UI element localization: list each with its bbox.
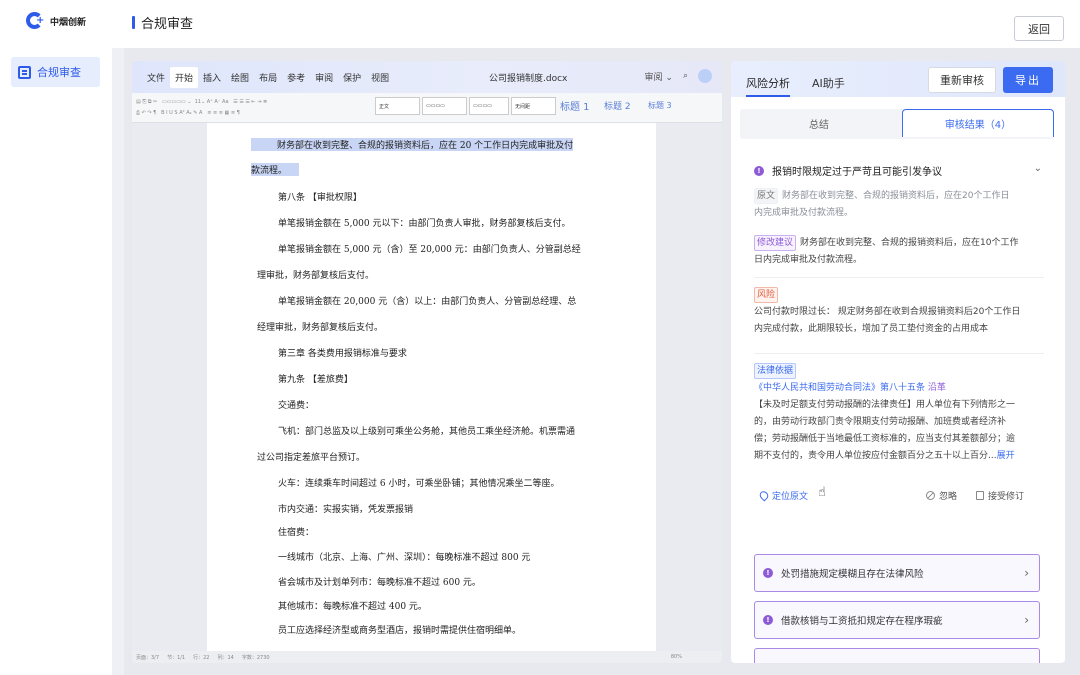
doc-line: 单笔报销金额在 5,000 元（含）至 20,000 元：由部门负责人、分管副总… bbox=[278, 245, 581, 255]
suggestion-tag: 修改建议 bbox=[754, 235, 797, 251]
document-editor: 文件 开始 插入 绘图 布局 参考 审阅 保护 视图 公司报销制度.docx 审… bbox=[132, 61, 722, 663]
toolbar-row-2: ⎙ ↶ ↷ ¶ B I U S A² A₂ ✎ A ≡ ≡ ≡ ▦ ≡ ¶ bbox=[136, 110, 240, 116]
doc-line: 其他城市：每晚标准不超过 400 元。 bbox=[278, 602, 427, 612]
risk-tag: 风险 bbox=[754, 287, 779, 303]
alert-icon: ! bbox=[763, 568, 773, 578]
document-check-icon bbox=[18, 65, 31, 79]
issue-title[interactable]: ! 报销时限规定过于严苛且可能引发争议 bbox=[754, 163, 942, 178]
alert-icon: ! bbox=[754, 165, 764, 176]
doc-line: 单笔报销金额在 5,000 元以下：由部门负责人审批，财务部复核后支付。 bbox=[278, 219, 571, 229]
ignore-button[interactable]: 忽略 bbox=[926, 489, 957, 502]
hand-cursor-icon: ☝ bbox=[818, 485, 826, 500]
doc-line-highlighted: 款流程。 bbox=[251, 163, 300, 176]
doc-line: 市内交通：实报实销，凭发票报销 bbox=[278, 505, 414, 515]
toolbar-row-1: ▤ ⎘ ⧉ ✂ ▭▭▭▭▭ ⌄ 11⌄ A⁺ A⁻ Aa ☰ ☰ ☰ ⇤ ⇥ ≣ bbox=[136, 99, 268, 105]
status-bar: 页面：3/7 节：1/1 行：22 列：14 字数：2730 80% bbox=[132, 651, 722, 663]
location-pin-icon bbox=[757, 489, 771, 502]
review-dropdown[interactable]: 审阅 ⌄ bbox=[645, 70, 673, 83]
tab-ai-assistant[interactable]: AI助手 bbox=[812, 75, 845, 91]
suggestion-block: 修改建议 财务部在收到完整、合规的报销资料后，应在10个工作 日内完成审批及付款流… bbox=[754, 235, 1044, 269]
tab-layout[interactable]: 布局 bbox=[254, 67, 282, 88]
export-button[interactable]: 导出 bbox=[1003, 67, 1053, 93]
expand-link[interactable]: 展开 bbox=[997, 451, 1015, 461]
original-text-block: 原文 财务部在收到完整、合规的报销资料后，应在20个工作日 内完成审批及付款流程。 bbox=[754, 188, 1044, 222]
doc-line: 住宿费： bbox=[278, 528, 315, 538]
doc-line-highlighted: 财务部在收到完整、合规的报销资料后，应在 20 个工作日内完成审批及付 bbox=[251, 138, 574, 151]
legal-basis-block: 法律依据 《中华人民共和国劳动合同法》第八十五条 沿革 【未及时足额支付劳动报酬… bbox=[754, 363, 1044, 465]
back-button[interactable]: 返回 bbox=[1014, 16, 1064, 41]
doc-line: 第八条 【审批权限】 bbox=[278, 193, 362, 203]
main-area: 文件 开始 插入 绘图 布局 参考 审阅 保护 视图 公司报销制度.docx 审… bbox=[124, 48, 1080, 675]
chevron-right-icon: › bbox=[1024, 613, 1029, 627]
style-default-font[interactable]: ▭▭▭▭ bbox=[422, 97, 467, 115]
law-title-link[interactable]: 《中华人民共和国劳动合同法》第八十五条 bbox=[754, 383, 925, 393]
review-panel: 风险分析 AI助手 重新审核 导出 总结 审核结果（4） ! 报销时限规定过于严… bbox=[731, 61, 1065, 663]
divider bbox=[754, 277, 1044, 278]
style-no-spacing[interactable]: 无间距 bbox=[511, 97, 556, 115]
chevron-right-icon: › bbox=[1024, 566, 1029, 580]
tab-draw[interactable]: 绘图 bbox=[226, 67, 254, 88]
style-heading-1[interactable]: 标题 1 bbox=[560, 98, 590, 113]
accept-revision-button[interactable]: 接受修订 bbox=[976, 489, 1024, 502]
doc-line: 第三章 各类费用报销标准与要求 bbox=[278, 349, 407, 359]
doc-line: 第九条 【差旅费】 bbox=[278, 375, 353, 385]
style-normal[interactable]: 正文 bbox=[375, 97, 420, 115]
tab-summary[interactable]: 总结 bbox=[740, 109, 898, 137]
tab-references[interactable]: 参考 bbox=[282, 67, 310, 88]
style-heading-2[interactable]: 标题 2 bbox=[604, 99, 631, 112]
document-icon bbox=[976, 491, 984, 500]
doc-line: 理审批，财务部复核后支付。 bbox=[257, 271, 375, 281]
tab-file[interactable]: 文件 bbox=[142, 67, 170, 88]
logo-icon: + bbox=[26, 12, 46, 30]
panel-header: 风险分析 AI助手 重新审核 导出 bbox=[731, 61, 1065, 97]
divider bbox=[754, 353, 1044, 354]
document-name: 公司报销制度.docx bbox=[489, 74, 568, 84]
sidebar-item-compliance-review[interactable]: 合规审查 bbox=[11, 57, 100, 87]
risk-block: 风险 公司付款时限过长： 规定财务部在收到合规报销资料后20个工作日 内完成付款… bbox=[754, 287, 1044, 338]
doc-line: 一线城市（北京、上海、广州、深圳）：每晚标准不超过 800 元 bbox=[278, 553, 531, 563]
ribbon-tabs: 文件 开始 插入 绘图 布局 参考 审阅 保护 视图 公司报销制度.docx 审… bbox=[132, 61, 722, 93]
tab-protect[interactable]: 保护 bbox=[338, 67, 366, 88]
doc-line: 单笔报销金额在 20,000 元（含）以上：由部门负责人、分管副总经理、总 bbox=[278, 297, 577, 307]
page-title: 合规审查 bbox=[132, 13, 193, 32]
avatar[interactable] bbox=[698, 69, 712, 83]
sidebar: 合规审查 bbox=[0, 48, 112, 675]
law-history-link[interactable]: 沿革 bbox=[928, 383, 946, 393]
alert-icon: ! bbox=[763, 615, 773, 625]
sidebar-item-label: 合规审查 bbox=[37, 66, 81, 79]
locate-original-button[interactable]: 定位原文 bbox=[757, 489, 808, 502]
doc-line: 飞机：部门总监及以上级别可乘坐公务舱，其他员工乘坐经济舱。机票需通 bbox=[278, 427, 576, 437]
formatting-toolbar: ▤ ⎘ ⧉ ✂ ▭▭▭▭▭ ⌄ 11⌄ A⁺ A⁻ Aa ☰ ☰ ☰ ⇤ ⇥ ≣… bbox=[132, 93, 722, 123]
doc-line: 员工应选择经济型或商务型酒店，报销时需提供住宿明细单。 bbox=[278, 626, 522, 636]
original-tag: 原文 bbox=[754, 188, 779, 204]
issue-card-expanded: ! 报销时限规定过于严苛且可能引发争议 ⌄ 原文 财务部在收到完整、合规的报销资料… bbox=[740, 151, 1054, 571]
chevron-down-icon[interactable]: ⌄ bbox=[1034, 163, 1042, 174]
issue-card-collapsed[interactable]: ! 处罚措施规定模糊且存在法律风险 › bbox=[754, 554, 1040, 592]
issue-card-collapsed[interactable] bbox=[754, 648, 1040, 663]
tab-view[interactable]: 视图 bbox=[366, 67, 394, 88]
issue-card-collapsed[interactable]: ! 借款核销与工资抵扣规定存在程序瑕疵 › bbox=[754, 601, 1040, 639]
style-normal-table[interactable]: ▭▭▭▭ bbox=[469, 97, 509, 115]
result-subtabs: 总结 审核结果（4） bbox=[740, 109, 1054, 139]
doc-line: 经理审批，财务部复核后支付。 bbox=[257, 323, 384, 333]
style-heading-3[interactable]: 标题 3 bbox=[648, 100, 672, 111]
tab-review[interactable]: 审阅 bbox=[310, 67, 338, 88]
doc-line: 交通费： bbox=[278, 401, 315, 411]
logo: + 中烟创新 bbox=[26, 12, 86, 30]
tab-review-results[interactable]: 审核结果（4） bbox=[902, 109, 1054, 137]
search-icon[interactable]: ⌕ bbox=[683, 71, 688, 81]
doc-line: 过公司指定差旅平台预订。 bbox=[257, 453, 366, 463]
tab-risk-analysis[interactable]: 风险分析 bbox=[746, 75, 790, 97]
top-bar: + 中烟创新 合规审查 返回 bbox=[0, 0, 1080, 48]
tab-home[interactable]: 开始 bbox=[170, 66, 199, 88]
ban-icon bbox=[926, 491, 935, 500]
doc-line: 火车：连续乘车时间超过 6 小时，可乘坐卧铺；其他情况乘坐二等座。 bbox=[278, 479, 560, 489]
doc-line: 省会城市及计划单列市：每晚标准不超过 600 元。 bbox=[278, 578, 481, 588]
tab-insert[interactable]: 插入 bbox=[198, 67, 226, 88]
legal-basis-tag: 法律依据 bbox=[754, 363, 797, 379]
logo-text: 中烟创新 bbox=[50, 17, 87, 28]
zoom-level[interactable]: 80% bbox=[671, 654, 682, 660]
document-page[interactable]: 财务部在收到完整、合规的报销资料后，应在 20 个工作日内完成审批及付 款流程。… bbox=[207, 123, 656, 658]
rereview-button[interactable]: 重新审核 bbox=[928, 67, 996, 93]
